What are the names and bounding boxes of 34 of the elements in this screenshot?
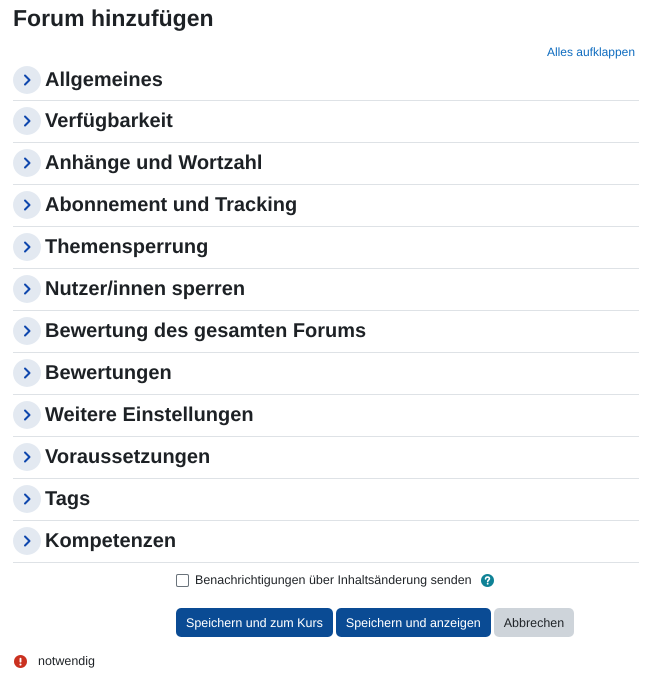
chevron-icon[interactable] xyxy=(13,443,41,471)
section-heading[interactable]: Anhänge und Wortzahl xyxy=(45,151,262,175)
section-heading[interactable]: Kompetenzen xyxy=(45,529,176,553)
section-heading[interactable]: Themensperrung xyxy=(45,235,208,259)
notify-checkbox[interactable] xyxy=(176,574,189,586)
section-heading[interactable]: Verfügbarkeit xyxy=(45,109,173,133)
chevron-icon[interactable] xyxy=(13,401,41,429)
chevron-icon[interactable] xyxy=(13,191,41,219)
required-note: notwendig xyxy=(38,653,95,669)
required-icon xyxy=(14,654,27,668)
chevron-icon[interactable] xyxy=(13,107,41,135)
section-heading[interactable]: Tags xyxy=(45,487,90,511)
page-title: Forum hinzufügen xyxy=(13,4,215,32)
section-heading[interactable]: Bewertung des gesamten Forums xyxy=(45,319,366,343)
save-button[interactable]: Speichern und zum Kurs xyxy=(176,608,333,637)
chevron-icon[interactable] xyxy=(13,66,41,94)
chevron-icon[interactable] xyxy=(13,149,41,177)
chevron-icon[interactable] xyxy=(13,359,41,387)
save-button[interactable]: Speichern und anzeigen xyxy=(336,608,491,637)
section-heading[interactable]: Bewertungen xyxy=(45,361,172,385)
chevron-icon[interactable] xyxy=(13,275,41,303)
section-heading[interactable]: Voraussetzungen xyxy=(45,445,210,469)
cancel-button[interactable]: Abbrechen xyxy=(494,608,574,637)
chevron-icon[interactable] xyxy=(13,317,41,345)
chevron-icon[interactable] xyxy=(13,233,41,261)
chevron-icon[interactable] xyxy=(13,527,41,555)
checkbox-label[interactable]: Benachrichtigungen über Inhaltsänderung senden xyxy=(195,572,472,588)
section-heading[interactable]: Abonnement und Tracking xyxy=(45,193,298,217)
help-icon[interactable] xyxy=(480,574,494,586)
section-heading[interactable]: Nutzer/innen sperren xyxy=(45,277,246,301)
section-heading[interactable]: Allgemeines xyxy=(45,68,163,92)
section-heading[interactable]: Weitere Einstellungen xyxy=(45,403,254,427)
expand-all-link[interactable]: Alles aufklappen xyxy=(546,44,635,60)
chevron-icon[interactable] xyxy=(13,485,41,513)
